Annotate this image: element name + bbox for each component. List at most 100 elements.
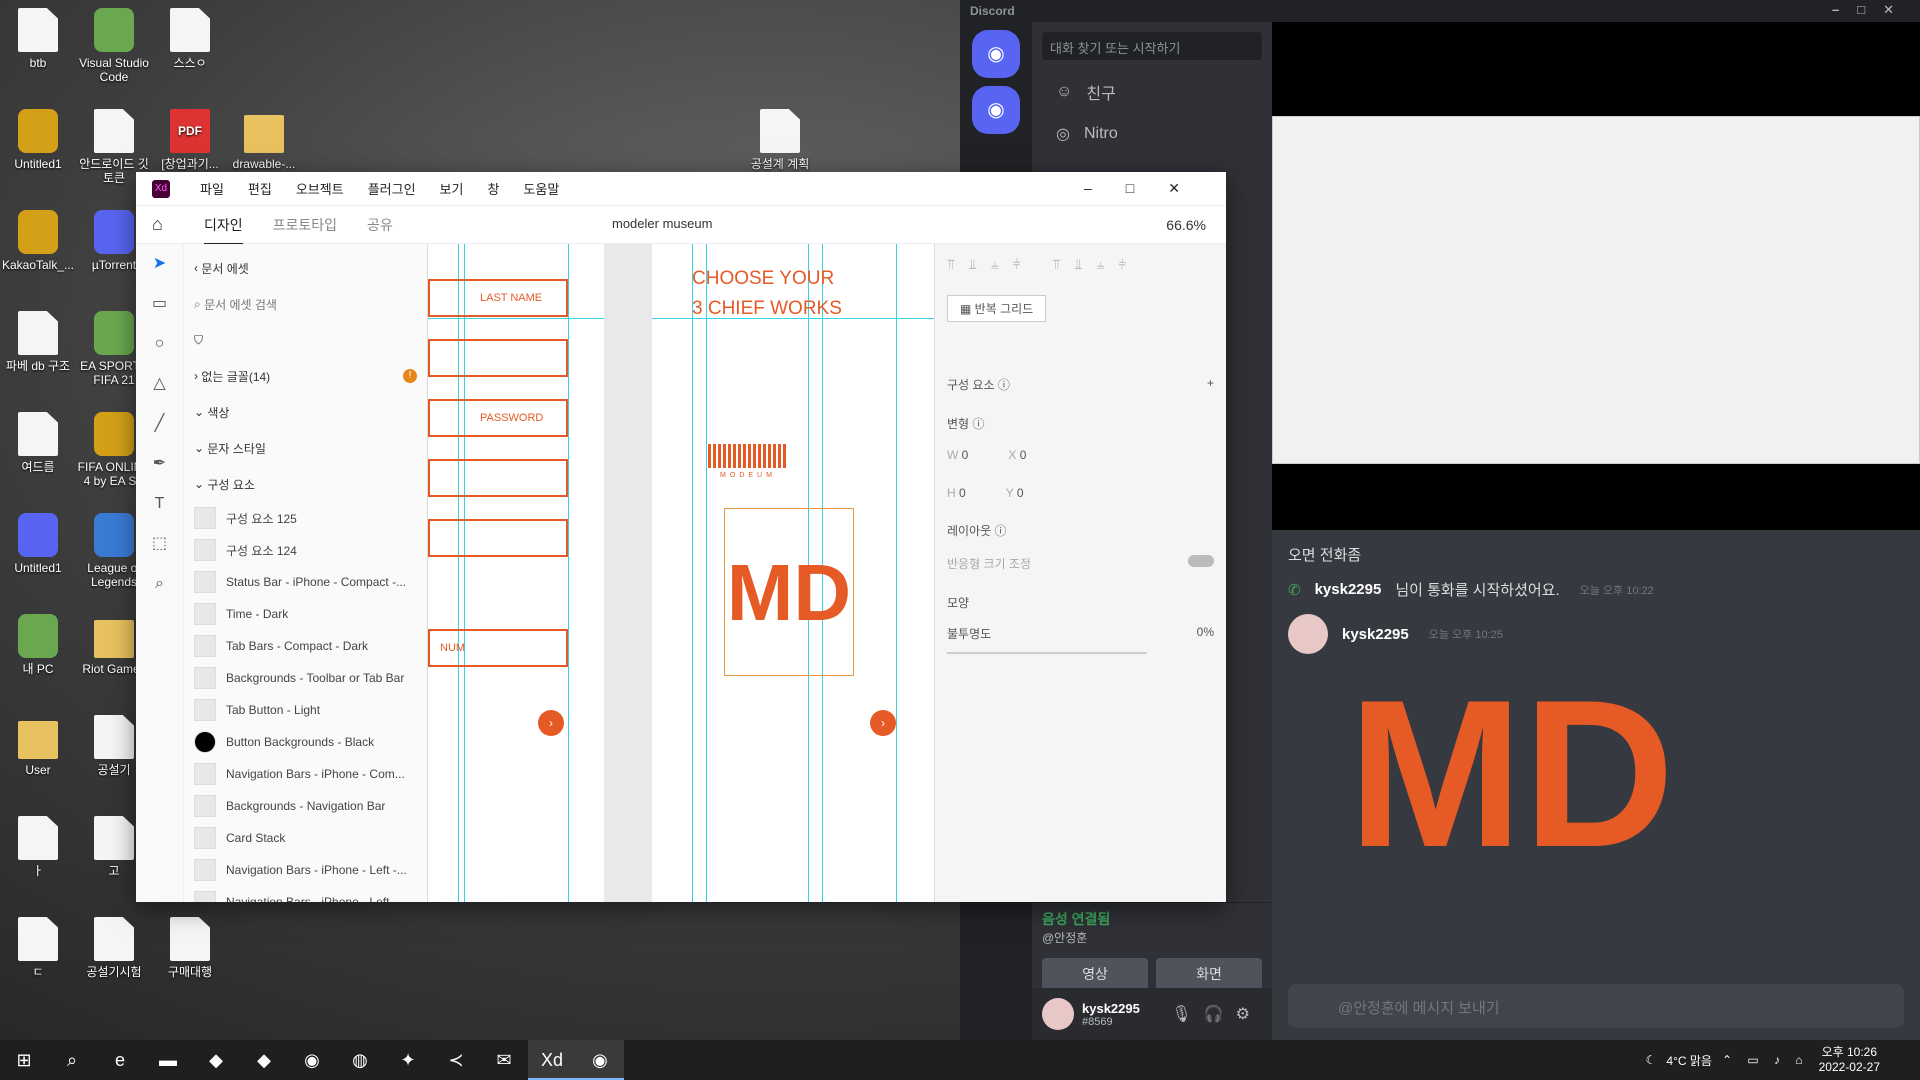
discord-server-icon[interactable]: ◉ bbox=[972, 86, 1020, 134]
list-item[interactable]: Navigation Bars - iPhone - Com... bbox=[194, 758, 417, 790]
section-char-styles[interactable]: ⌄ 문자 스타일 bbox=[194, 430, 417, 466]
list-item[interactable]: Backgrounds - Navigation Bar bbox=[194, 790, 417, 822]
edge-icon[interactable]: e bbox=[96, 1040, 144, 1080]
desktop-icon[interactable]: btb bbox=[0, 8, 76, 70]
polygon-tool-icon[interactable]: △ bbox=[136, 364, 183, 404]
menu-item[interactable]: 오브젝트 bbox=[296, 179, 344, 198]
list-item[interactable]: Button Backgrounds - Black bbox=[194, 726, 417, 758]
weather[interactable]: 4°C 맑음 bbox=[1666, 1052, 1712, 1069]
desktop-icon[interactable]: 스스ㅇ bbox=[152, 8, 228, 70]
text-tool-icon[interactable]: T bbox=[136, 484, 183, 524]
document-name[interactable]: modeler museum bbox=[612, 216, 712, 231]
menu-item[interactable]: 보기 bbox=[440, 179, 464, 198]
discord-icon[interactable]: ◉ bbox=[576, 1040, 624, 1080]
zoom-level[interactable]: 66.6% bbox=[1166, 217, 1206, 233]
desktop-icon[interactable]: Untitled1 bbox=[0, 513, 76, 575]
tab-design[interactable]: 디자인 bbox=[204, 215, 243, 245]
figma-icon[interactable]: ✦ bbox=[384, 1040, 432, 1080]
artboard-tool-icon[interactable]: ⬚ bbox=[136, 524, 183, 564]
desktop-icon[interactable]: ㄷ bbox=[0, 917, 76, 979]
list-item[interactable]: Tab Bars - Compact - Dark bbox=[194, 630, 417, 662]
menu-item[interactable]: 플러그인 bbox=[368, 179, 416, 198]
height-field[interactable]: H 0 bbox=[947, 486, 966, 500]
menu-item[interactable]: 창 bbox=[487, 179, 499, 198]
next-arrow-icon[interactable]: › bbox=[538, 710, 564, 736]
screen-share-button[interactable]: 화면 bbox=[1156, 958, 1262, 990]
shared-logo-image[interactable]: MD bbox=[1348, 669, 1904, 879]
responsive-toggle[interactable] bbox=[1188, 555, 1214, 567]
missing-fonts[interactable]: › 없는 글꼴(14)! bbox=[194, 358, 417, 394]
artboard[interactable]: CHOOSE YOUR 3 CHIEF WORKS MODEUM MD › bbox=[652, 244, 934, 902]
pen-tool-icon[interactable]: ✒ bbox=[136, 444, 183, 484]
menu-item[interactable]: 도움말 bbox=[523, 179, 559, 198]
ellipse-tool-icon[interactable]: ○ bbox=[136, 324, 183, 364]
search-icon[interactable]: ⌕ bbox=[48, 1040, 96, 1080]
add-icon[interactable]: + bbox=[1207, 376, 1214, 390]
list-item[interactable]: Navigation Bars - iPhone - Left -... bbox=[194, 886, 417, 902]
list-item[interactable]: Backgrounds - Toolbar or Tab Bar bbox=[194, 662, 417, 694]
message-author[interactable]: kysk2295 bbox=[1342, 626, 1409, 643]
field[interactable] bbox=[428, 519, 568, 557]
x-field[interactable]: X 0 bbox=[1008, 448, 1026, 462]
section-colors[interactable]: ⌄ 색상 bbox=[194, 394, 417, 430]
chrome-icon[interactable]: ◉ bbox=[288, 1040, 336, 1080]
avatar[interactable] bbox=[1042, 998, 1074, 1030]
video-button[interactable]: 영상 bbox=[1042, 958, 1148, 990]
desktop-icon[interactable]: 공설기시험 bbox=[76, 917, 152, 979]
desktop-icon[interactable]: Visual Studio Code bbox=[76, 8, 152, 84]
desktop-icon[interactable]: Untitled1 bbox=[0, 109, 76, 171]
app-icon[interactable]: ◆ bbox=[192, 1040, 240, 1080]
nav-nitro[interactable]: ◎ Nitro bbox=[1032, 114, 1272, 154]
desktop-icon[interactable]: ㅏ bbox=[0, 816, 76, 878]
assets-back-button[interactable]: ‹ 문서 에셋 bbox=[194, 250, 417, 286]
app-icon[interactable]: ◍ bbox=[336, 1040, 384, 1080]
menu-item[interactable]: 파일 bbox=[200, 179, 224, 198]
list-item[interactable]: Tab Button - Light bbox=[194, 694, 417, 726]
desktop-icon[interactable]: PDF [창업과기... bbox=[152, 109, 228, 171]
next-arrow-icon[interactable]: › bbox=[870, 710, 896, 736]
width-field[interactable]: W 0 bbox=[947, 448, 968, 462]
app-icon[interactable]: ◆ bbox=[240, 1040, 288, 1080]
list-item[interactable]: 구성 요소 124 bbox=[194, 534, 417, 566]
field[interactable] bbox=[428, 459, 568, 497]
message-input[interactable]: @안정훈에 메시지 보내기 bbox=[1288, 984, 1904, 1028]
kakaotalk-icon[interactable]: ✉ bbox=[480, 1040, 528, 1080]
list-item[interactable]: Navigation Bars - iPhone - Left -... bbox=[194, 854, 417, 886]
tab-prototype[interactable]: 프로토타입 bbox=[273, 215, 337, 235]
screen-share-stream[interactable] bbox=[1272, 22, 1920, 530]
list-item[interactable]: Time - Dark bbox=[194, 598, 417, 630]
explorer-icon[interactable]: ▬ bbox=[144, 1040, 192, 1080]
list-item[interactable]: 구성 요소 125 bbox=[194, 502, 417, 534]
artboard[interactable]: LAST NAME PASSWORD NUM › bbox=[428, 244, 604, 902]
field-password[interactable]: PASSWORD bbox=[428, 399, 568, 437]
assets-search-input[interactable]: ⌕ 문서 에셋 검색 bbox=[194, 286, 417, 322]
nav-friends[interactable]: ☺ 친구 bbox=[1032, 70, 1272, 114]
window-controls[interactable]: –□✕ bbox=[1084, 180, 1214, 197]
select-tool-icon[interactable]: ➤ bbox=[136, 244, 183, 284]
opacity-slider[interactable] bbox=[947, 652, 1147, 654]
repeat-grid-button[interactable]: ▦ 반복 그리드 bbox=[947, 295, 1047, 322]
xd-icon[interactable]: Xd bbox=[528, 1040, 576, 1080]
discord-home-icon[interactable]: ◉ bbox=[972, 30, 1020, 78]
vscode-icon[interactable]: ≺ bbox=[432, 1040, 480, 1080]
desktop-icon[interactable]: 구매대행 bbox=[152, 917, 228, 979]
desktop-icon[interactable]: 내 PC bbox=[0, 614, 76, 676]
windows-start-icon[interactable]: ⊞ bbox=[0, 1040, 48, 1080]
list-item[interactable]: Card Stack bbox=[194, 822, 417, 854]
clock[interactable]: 오후 10:26 2022-02-27 bbox=[1819, 1045, 1880, 1075]
zoom-tool-icon[interactable]: ⌕ bbox=[136, 564, 183, 604]
mic-headset-settings-icons[interactable]: 🎙🎧⚙ bbox=[1171, 1004, 1262, 1024]
y-field[interactable]: Y 0 bbox=[1006, 486, 1024, 500]
field-num[interactable]: NUM bbox=[428, 629, 568, 667]
opacity-value[interactable]: 0% bbox=[1197, 625, 1214, 639]
list-item[interactable]: Status Bar - iPhone - Compact -... bbox=[194, 566, 417, 598]
md-logo[interactable]: MD bbox=[724, 508, 854, 676]
desktop-icon[interactable]: drawable-... bbox=[226, 109, 302, 171]
desktop-icon[interactable]: KakaoTalk_... bbox=[0, 210, 76, 272]
tray-icons[interactable]: ⌃ ▭ ♪ ⌂ bbox=[1722, 1053, 1809, 1067]
dm-search-input[interactable]: 대화 찾기 또는 시작하기 bbox=[1042, 32, 1262, 60]
field[interactable] bbox=[428, 339, 568, 377]
desktop-icon[interactable]: 여드름 bbox=[0, 412, 76, 474]
design-canvas[interactable]: LAST NAME PASSWORD NUM › CHOOSE YOUR 3 C… bbox=[428, 244, 934, 902]
rectangle-tool-icon[interactable]: ▭ bbox=[136, 284, 183, 324]
